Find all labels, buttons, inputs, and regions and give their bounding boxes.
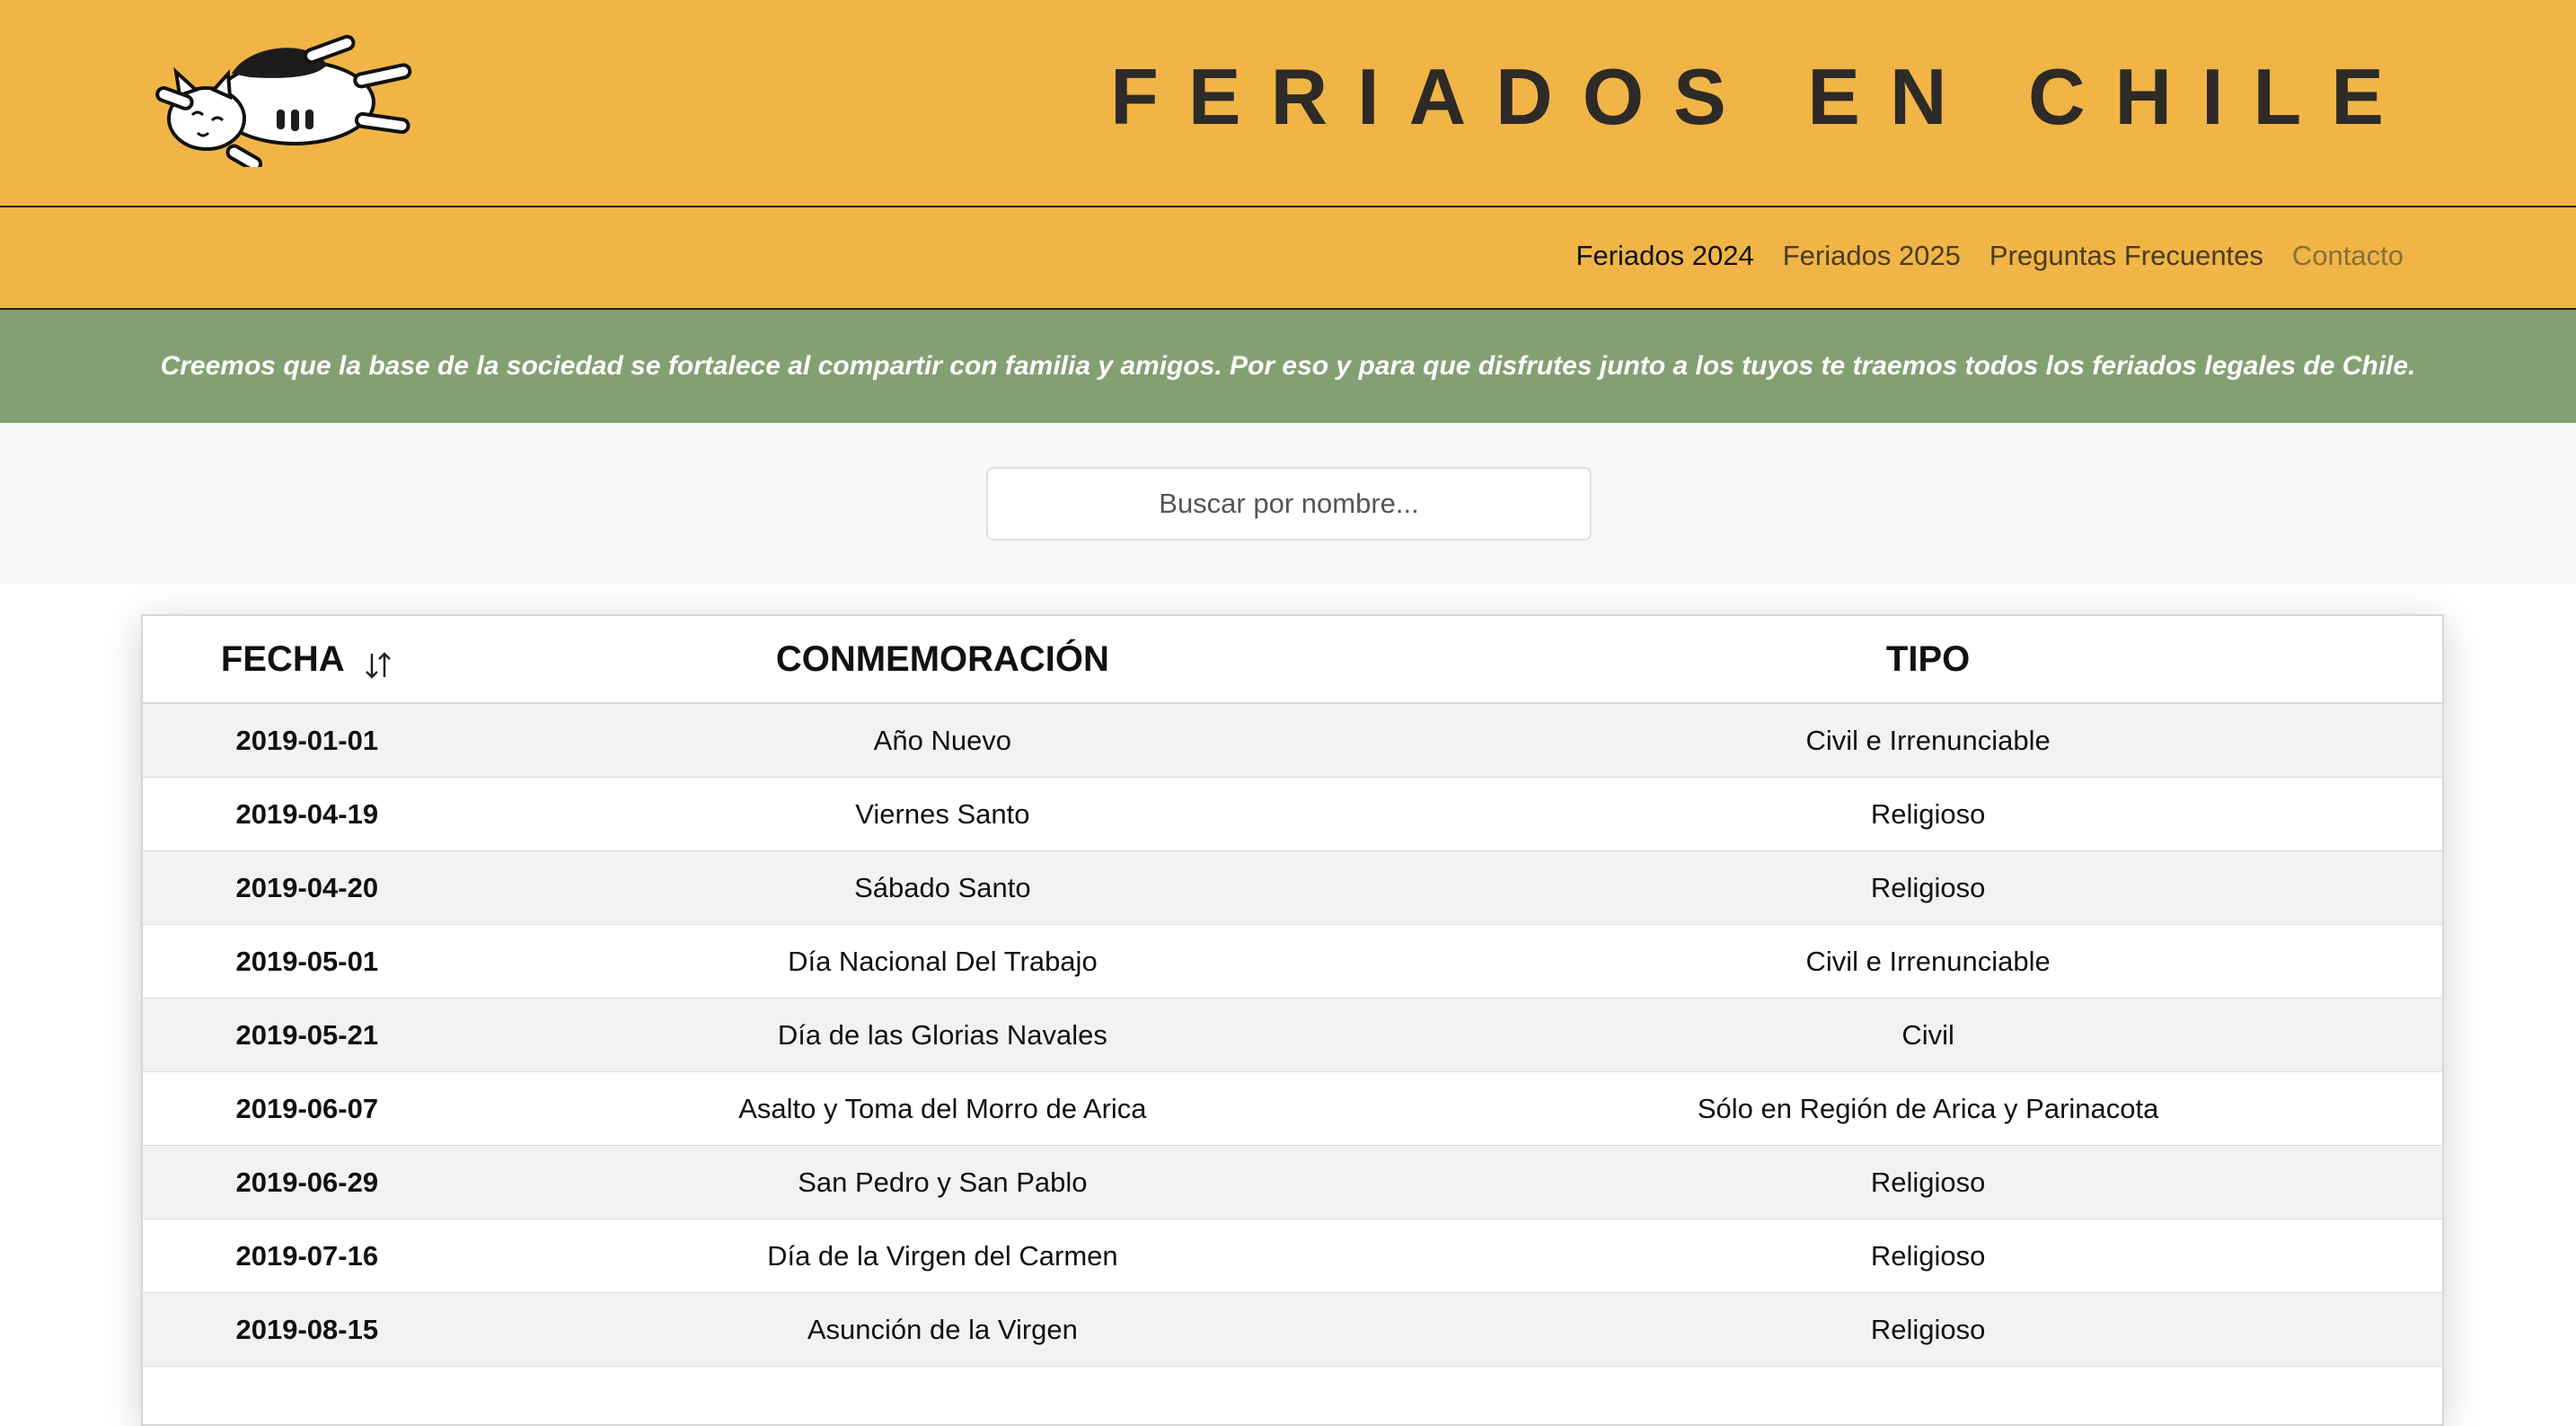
holidays-table-container: FECHA CONMEMORACIÓN TIPO 2019-01-01 Año …	[141, 614, 2444, 1426]
cell-tipo: Sólo en Región de Arica y Parinacota	[1414, 1072, 2442, 1146]
cell-conmemoracion: Viernes Santo	[472, 778, 1415, 851]
column-header-conmemoracion: CONMEMORACIÓN	[472, 616, 1415, 703]
cell-tipo: Religioso	[1414, 851, 2442, 925]
cell-tipo: Religioso	[1414, 1293, 2442, 1367]
cell-tipo: Religioso	[1414, 1146, 2442, 1219]
table-header-row: FECHA CONMEMORACIÓN TIPO	[143, 616, 2442, 703]
cell-fecha: 2019-05-21	[143, 999, 472, 1072]
cell-conmemoracion: Asalto y Toma del Morro de Arica	[472, 1072, 1415, 1146]
cell-fecha	[143, 1367, 472, 1426]
column-header-fecha[interactable]: FECHA	[143, 616, 472, 703]
nav-item-preguntas-frecuentes[interactable]: Preguntas Frecuentes	[1989, 240, 2263, 272]
cell-fecha: 2019-08-15	[143, 1293, 472, 1367]
cell-fecha: 2019-06-07	[143, 1072, 472, 1146]
cell-tipo: Religioso	[1414, 778, 2442, 851]
table-row: 2019-07-16 Día de la Virgen del Carmen R…	[143, 1219, 2442, 1293]
site-header: FERIADOS EN CHILE	[0, 0, 2576, 207]
cell-conmemoracion: Día de la Virgen del Carmen	[472, 1219, 1415, 1293]
table-row	[143, 1367, 2442, 1426]
sort-arrows-icon[interactable]	[363, 650, 393, 681]
column-header-fecha-label: FECHA	[221, 639, 345, 680]
cell-tipo: Civil e Irrenunciable	[1414, 925, 2442, 999]
nav-item-feriados-2025[interactable]: Feriados 2025	[1783, 240, 1961, 272]
cell-conmemoracion: Asunción de la Virgen	[472, 1293, 1415, 1367]
nav-item-feriados-2024[interactable]: Feriados 2024	[1576, 240, 1754, 272]
cell-fecha: 2019-06-29	[143, 1146, 472, 1219]
main-nav: Feriados 2024 Feriados 2025 Preguntas Fr…	[0, 207, 2576, 310]
cell-conmemoracion	[472, 1367, 1415, 1426]
intro-banner-text: Creemos que la base de la sociedad se fo…	[161, 351, 2416, 382]
table-row: 2019-06-07 Asalto y Toma del Morro de Ar…	[143, 1072, 2442, 1146]
site-title: FERIADOS EN CHILE	[1110, 43, 2413, 151]
cell-fecha: 2019-07-16	[143, 1219, 472, 1293]
cell-tipo: Religioso	[1414, 1219, 2442, 1293]
holidays-table: FECHA CONMEMORACIÓN TIPO 2019-01-01 Año …	[143, 616, 2442, 1426]
table-row: 2019-05-21 Día de las Glorias Navales Ci…	[143, 999, 2442, 1072]
cell-fecha: 2019-01-01	[143, 703, 472, 778]
cell-fecha: 2019-05-01	[143, 925, 472, 999]
search-section	[0, 423, 2576, 585]
cell-tipo	[1414, 1367, 2442, 1426]
column-header-tipo: TIPO	[1414, 616, 2442, 703]
table-row: 2019-01-01 Año Nuevo Civil e Irrenunciab…	[143, 703, 2442, 778]
table-row: 2019-08-15 Asunción de la Virgen Religio…	[143, 1293, 2442, 1367]
table-row: 2019-05-01 Día Nacional Del Trabajo Civi…	[143, 925, 2442, 999]
cell-conmemoracion: Día Nacional Del Trabajo	[472, 925, 1415, 999]
table-row: 2019-04-20 Sábado Santo Religioso	[143, 851, 2442, 925]
cell-tipo: Civil	[1414, 999, 2442, 1072]
nav-item-contacto[interactable]: Contacto	[2292, 240, 2404, 272]
cell-conmemoracion: Sábado Santo	[472, 851, 1415, 925]
cell-conmemoracion: Día de las Glorias Navales	[472, 999, 1415, 1072]
cell-fecha: 2019-04-20	[143, 851, 472, 925]
cell-tipo: Civil e Irrenunciable	[1414, 703, 2442, 778]
sleeping-cat-logo[interactable]	[142, 32, 433, 167]
cell-conmemoracion: Año Nuevo	[472, 703, 1415, 778]
cell-fecha: 2019-04-19	[143, 778, 472, 851]
table-row: 2019-04-19 Viernes Santo Religioso	[143, 778, 2442, 851]
intro-banner: Creemos que la base de la sociedad se fo…	[0, 310, 2576, 423]
search-input[interactable]	[986, 467, 1592, 541]
table-row: 2019-06-29 San Pedro y San Pablo Religio…	[143, 1146, 2442, 1219]
cell-conmemoracion: San Pedro y San Pablo	[472, 1146, 1415, 1219]
